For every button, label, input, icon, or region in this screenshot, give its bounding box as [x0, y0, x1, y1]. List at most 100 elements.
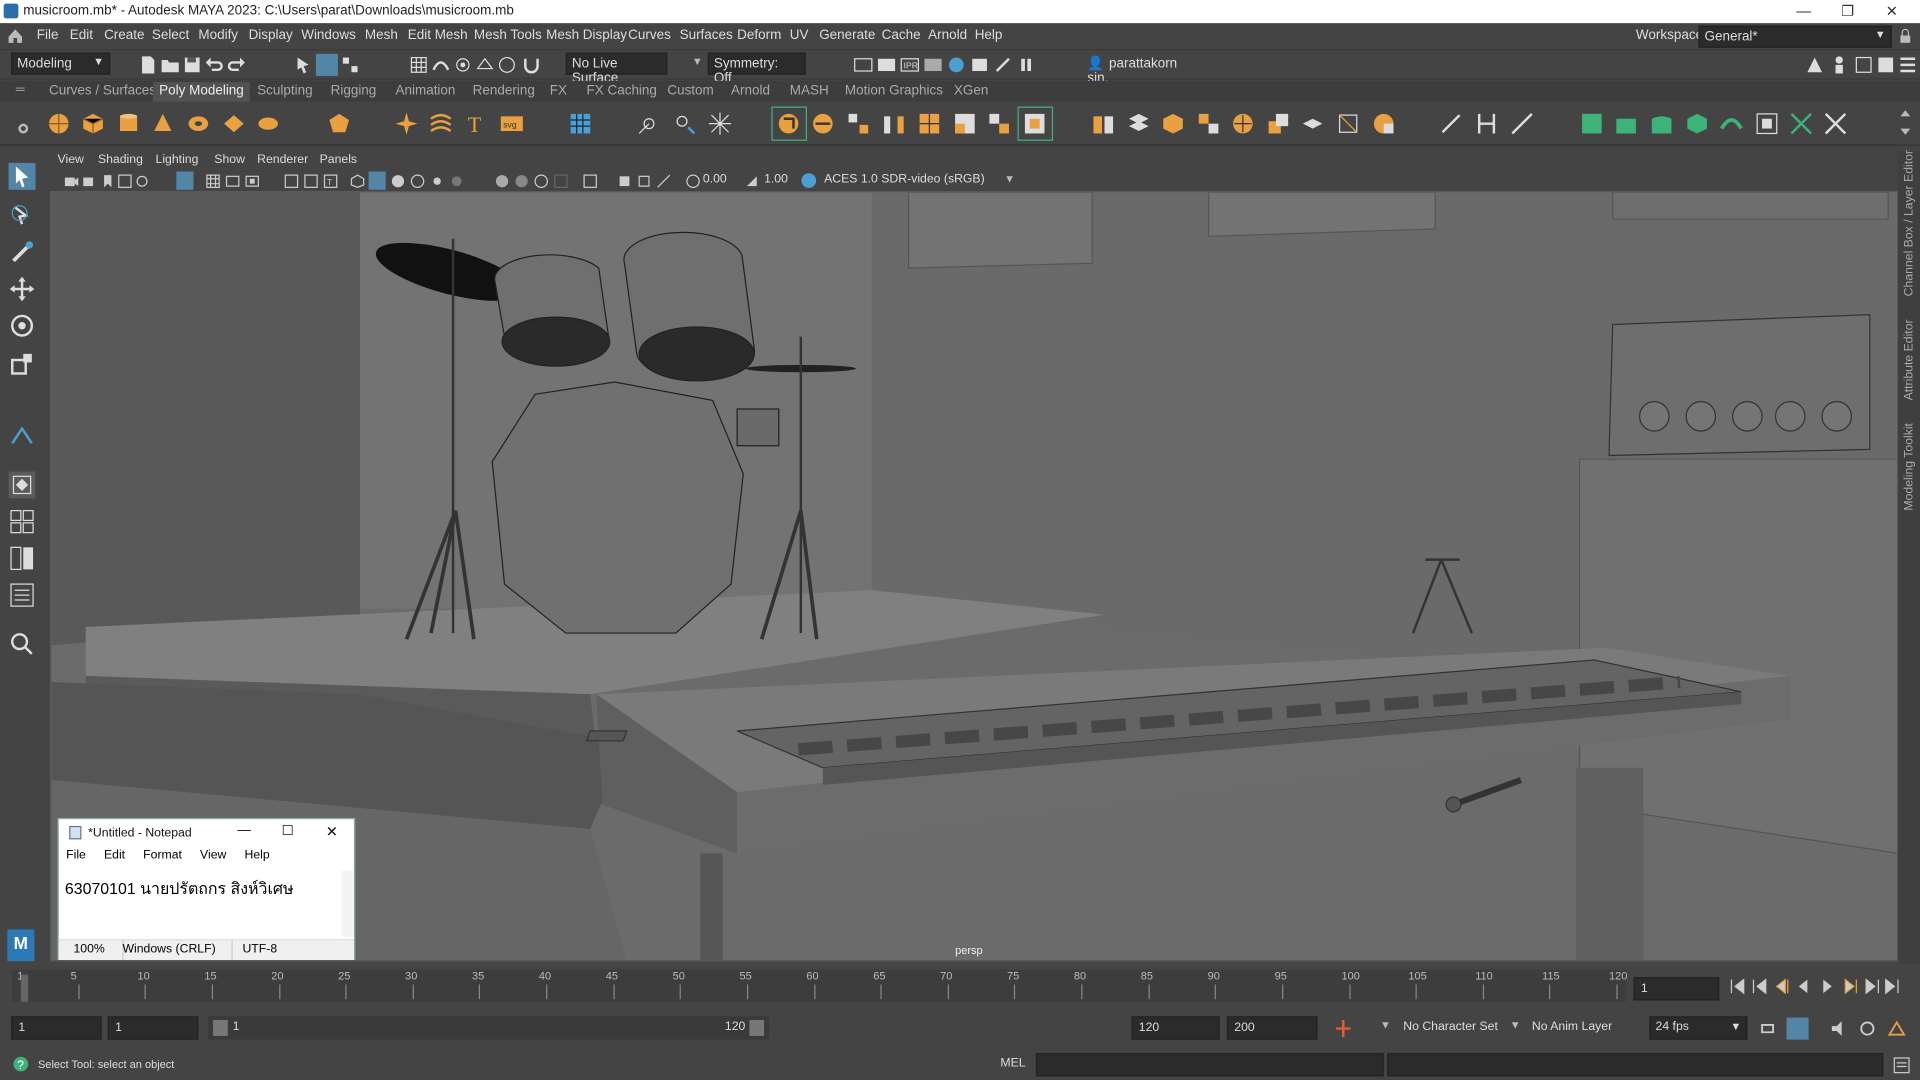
textured-icon[interactable]: [410, 174, 425, 189]
channel-box-tab[interactable]: Channel Box / Layer Editor: [1903, 150, 1916, 296]
range-start-handle[interactable]: [213, 1020, 228, 1036]
hypershade-icon[interactable]: [947, 55, 967, 75]
notepad-close-button[interactable]: ✕: [326, 823, 338, 840]
sound-icon[interactable]: [1829, 1020, 1849, 1037]
single-pane-layout-button[interactable]: [8, 471, 36, 499]
render-frame-icon[interactable]: [877, 55, 897, 75]
panel-menu-view[interactable]: View: [58, 153, 84, 166]
notepad-menu-format[interactable]: Format: [143, 849, 182, 862]
bevel-icon[interactable]: [846, 111, 870, 135]
search-icon[interactable]: [9, 631, 36, 658]
notepad-menu-edit[interactable]: Edit: [104, 849, 125, 862]
extrude-icon[interactable]: [776, 111, 800, 135]
menu-modify[interactable]: Modify: [198, 28, 238, 43]
poly-sphere-icon[interactable]: [47, 111, 71, 135]
exposure-icon[interactable]: [686, 174, 701, 189]
exposure-value[interactable]: 0.00: [703, 173, 727, 186]
notepad-minimize-button[interactable]: —: [238, 823, 251, 838]
color-management-icon[interactable]: [801, 173, 817, 189]
insert-edge-loop-grid-icon[interactable]: [568, 111, 592, 135]
new-scene-icon[interactable]: [138, 55, 158, 75]
animation-preferences-icon[interactable]: [1859, 1020, 1879, 1037]
poly-cube-icon[interactable]: [81, 111, 105, 135]
lasso-tool-icon[interactable]: [9, 202, 36, 229]
lock-icon[interactable]: [1899, 28, 1911, 44]
combine-icon[interactable]: [672, 111, 696, 135]
notepad-maximize-button[interactable]: ☐: [282, 823, 294, 839]
poly-disc-icon[interactable]: [256, 111, 280, 135]
super-shape-icon[interactable]: [394, 111, 418, 135]
fill-hole-icon[interactable]: [1196, 111, 1220, 135]
snap-point-icon[interactable]: [453, 55, 473, 75]
menu-deform[interactable]: Deform: [737, 28, 781, 43]
view-transform-dropdown[interactable]: ACES 1.0 SDR-video (sRGB): [824, 173, 985, 186]
uv-spherical-icon[interactable]: [1685, 111, 1709, 135]
arnold-render-icon[interactable]: [993, 55, 1013, 75]
merge-vertices-icon[interactable]: [637, 111, 661, 135]
uv-planar-icon[interactable]: [1614, 111, 1638, 135]
menu-edit[interactable]: Edit: [70, 28, 93, 43]
attribute-editor-toggle-icon[interactable]: [1854, 55, 1874, 75]
wireframe-on-shaded-icon[interactable]: [391, 174, 406, 189]
target-weld-icon[interactable]: [1474, 111, 1498, 135]
undo-icon[interactable]: [204, 55, 224, 75]
menu-mesh[interactable]: Mesh: [365, 28, 398, 43]
menu-mesh-tools[interactable]: Mesh Tools: [474, 28, 542, 43]
shelf-scroll-icon[interactable]: [1899, 107, 1911, 139]
menu-help[interactable]: Help: [975, 28, 1003, 43]
shelf-tab-sculpting[interactable]: Sculpting: [257, 83, 312, 98]
gamma-icon[interactable]: [744, 174, 759, 189]
menuset-dropdown[interactable]: Modeling ▼: [11, 52, 111, 75]
attribute-editor-tab[interactable]: Attribute Editor: [1903, 319, 1916, 400]
time-slider-track[interactable]: [12, 969, 1627, 1002]
panel-menu-lighting[interactable]: Lighting: [156, 153, 199, 166]
menu-curves[interactable]: Curves: [628, 28, 671, 43]
symmetry-dropdown[interactable]: Symmetry: Off: [707, 52, 806, 86]
menu-create[interactable]: Create: [104, 28, 144, 43]
outliner-icon[interactable]: [9, 582, 36, 609]
render-view-icon[interactable]: [853, 55, 873, 75]
remesh-icon[interactable]: [1371, 111, 1395, 135]
uv-layout-icon[interactable]: [1755, 111, 1779, 135]
shelf-tab-fx-caching[interactable]: FX Caching: [587, 83, 657, 98]
notepad-menu-view[interactable]: View: [200, 849, 226, 862]
uv-cylindrical-icon[interactable]: [1649, 111, 1673, 135]
magnet-icon[interactable]: [522, 55, 542, 75]
move-tool-icon[interactable]: [9, 276, 36, 303]
bridge-icon[interactable]: [811, 111, 835, 135]
select-components-icon[interactable]: [340, 55, 360, 75]
uv-automatic-icon[interactable]: [1719, 111, 1743, 135]
render-settings-icon[interactable]: [923, 55, 943, 75]
save-scene-icon[interactable]: [182, 55, 202, 75]
shelf-tab-poly-modeling[interactable]: Poly Modeling: [153, 82, 250, 102]
image-plane-icon[interactable]: [118, 174, 133, 189]
camera-attributes-icon[interactable]: [82, 174, 97, 189]
select-objects-mode-button[interactable]: [315, 53, 338, 76]
snap-live-icon[interactable]: [497, 55, 517, 75]
grease-pencil-button[interactable]: [176, 171, 194, 190]
character-controls-icon[interactable]: [1829, 55, 1849, 75]
shelf-tab-custom[interactable]: Custom: [667, 83, 713, 98]
motion-blur-icon[interactable]: [514, 174, 529, 189]
backface-culling-icon[interactable]: [656, 174, 671, 189]
character-set-dropdown[interactable]: No Character Set: [1403, 1020, 1498, 1033]
type-tool-icon[interactable]: T: [464, 111, 488, 136]
xray-components-icon[interactable]: [637, 174, 652, 189]
live-surface-field[interactable]: No Live Surface: [565, 52, 668, 86]
boolean-icon[interactable]: [1127, 111, 1151, 135]
auto-key-icon[interactable]: [1335, 1019, 1352, 1039]
minimize-button[interactable]: —: [1783, 0, 1825, 23]
uv-unfold-icon[interactable]: [1789, 111, 1813, 135]
open-scene-icon[interactable]: [160, 55, 180, 75]
menu-edit-mesh[interactable]: Edit Mesh: [408, 28, 468, 43]
modeling-toolkit-tab[interactable]: Modeling Toolkit: [1903, 423, 1916, 511]
shelf-tab-motion-graphics[interactable]: Motion Graphics: [845, 83, 943, 98]
connect-icon[interactable]: [1510, 111, 1534, 135]
menu-surfaces[interactable]: Surfaces: [680, 28, 733, 43]
modeling-toolkit-toggle-icon[interactable]: [1805, 55, 1825, 75]
poly-cylinder-icon[interactable]: [116, 111, 140, 135]
multi-cut-icon[interactable]: [1439, 111, 1463, 135]
triangulate-icon[interactable]: [1231, 111, 1255, 135]
shelf-menu-icon[interactable]: ═: [16, 83, 25, 96]
rotate-tool-icon[interactable]: [9, 312, 36, 339]
